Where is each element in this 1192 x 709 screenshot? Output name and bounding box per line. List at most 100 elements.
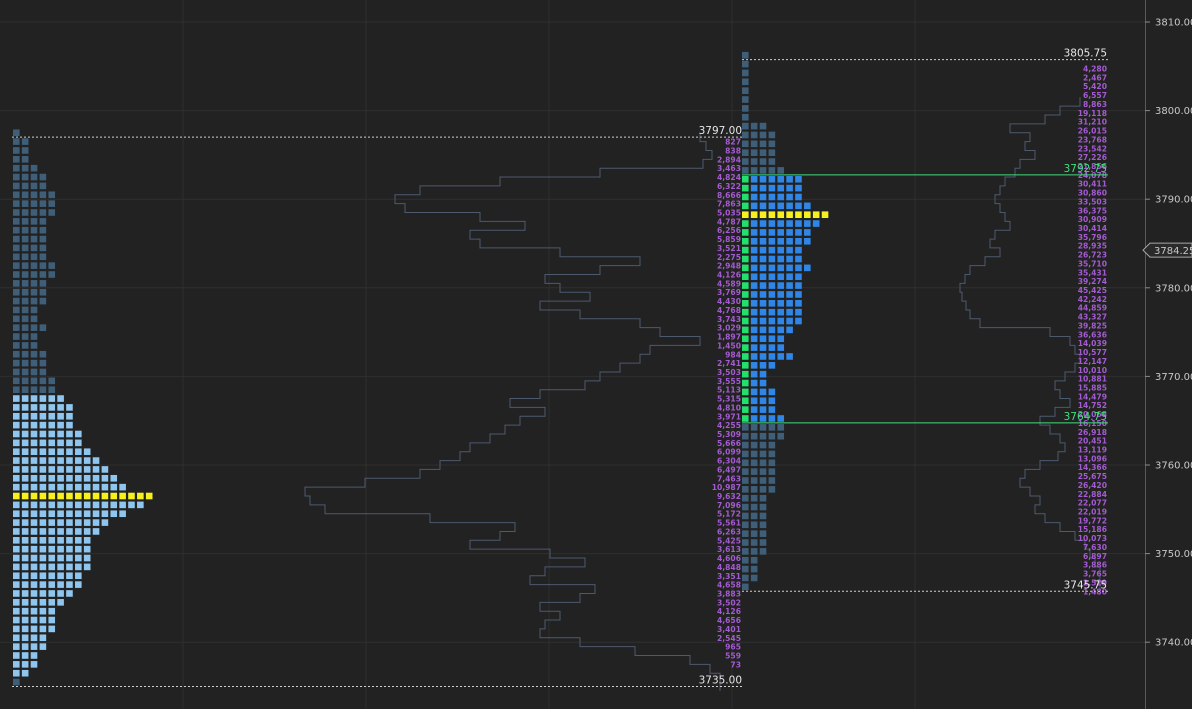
right-volume-label: 36,636 [1078,330,1107,339]
right-profile-cell [777,167,785,174]
left-profile-cell [13,209,20,216]
right-profile-cell [742,539,749,546]
right-profile-cell [759,512,767,520]
right-profile-cell [768,450,776,458]
left-profile-cell [66,501,73,509]
left-profile-cell [21,439,29,447]
right-profile-cell [786,282,793,289]
right-profile-cell [768,229,776,236]
left-profile-cell [48,554,56,562]
middle-volume-label: 8,666 [717,191,741,200]
middle-volume-label: 6,263 [717,527,741,536]
left-profile-cell [30,581,38,588]
right-profile-cell [759,432,767,440]
right-profile-cell [750,450,758,458]
right-volume-label: 7,630 [1083,543,1107,552]
left-profile-cell [30,634,38,642]
right-profile-cell [759,539,767,546]
right-profile-cell [742,149,749,156]
right-profile-cell [759,344,767,351]
left-profile-cell [21,226,29,234]
right-profile-cell [742,69,749,77]
left-profile-cell [13,501,20,509]
right-volume-label: 14,039 [1078,339,1107,348]
middle-volume-label: 827 [725,138,741,147]
left-profile-cell [13,342,20,349]
right-profile-cell [750,512,758,520]
left-profile-cell [39,288,47,296]
right-profile-cell [742,184,749,192]
left-profile-cell [30,342,38,349]
right-profile-cell [742,282,749,289]
left-profile-cell [101,501,109,509]
right-profile-cell [750,140,758,148]
right-profile-cell [759,282,767,289]
left-profile-cell [30,474,38,482]
left-profile-cell [13,616,20,624]
right-volume-label: 35,710 [1078,259,1107,268]
middle-volume-label: 5,561 [717,519,741,528]
left-profile-cell [21,342,29,349]
right-profile-cell [795,282,802,289]
right-profile-cell [742,264,749,272]
left-profile-cell [13,519,20,526]
left-profile-cell [66,404,73,411]
right-profile-cell [768,344,776,351]
left-profile-cell [30,510,38,518]
right-profile-cell [759,300,767,307]
left-profile-cell [21,350,29,358]
left-profile-cell [92,510,100,518]
left-profile-cell [21,173,29,181]
left-profile-cell [21,147,29,154]
left-profile-cell [66,510,73,518]
left-profile-cell [21,324,29,331]
left-profile-cell [48,519,56,526]
right-profile-cell [742,353,749,360]
left-profile-cell [83,448,91,456]
left-profile-cell [39,439,47,447]
right-profile-cell [742,583,749,591]
left-profile-cell [66,590,73,597]
right-profile-cell [759,353,767,360]
left-profile-cell [57,483,64,491]
middle-volume-label: 2,741 [717,359,741,368]
right-profile-cell [759,175,767,183]
left-profile-cell [21,404,29,411]
left-profile-cell [39,253,47,261]
right-profile-cell [768,300,776,307]
left-profile-cell [39,457,47,464]
left-profile-cell [30,537,38,544]
left-profile-cell [21,421,29,429]
left-profile-cell [13,510,20,518]
left-profile-cell [48,200,56,207]
left-profile-cell [21,412,29,420]
left-profile-cell [13,607,20,615]
middle-volume-labels: 8278382,8943,4634,8246,3228,6667,8635,03… [712,138,741,670]
left-profile-cell [145,492,153,500]
right-volume-label: 30,909 [1078,215,1107,224]
right-profile-cell [768,486,776,493]
middle-volume-label: 4,126 [717,607,741,616]
right-profile-cell [742,78,749,86]
right-profile-cell [777,193,785,201]
right-profile-cell [750,158,758,165]
left-profile-cell [13,386,20,393]
right-profile-cell [768,317,776,325]
left-profile-cell [13,492,20,500]
left-profile-cell [21,457,29,464]
right-profile-cell [795,255,802,263]
right-profile-cell [759,379,767,387]
left-profile-cell [128,501,135,509]
right-profile-cell [750,388,758,396]
right-volume-label: 15,885 [1078,383,1107,392]
right-profile-cell [759,459,767,467]
left-profile-cell [57,448,64,456]
right-profile-cell [804,220,811,227]
right-profile-cell [768,468,776,475]
right-profile-cell [750,246,758,254]
right-profile-cell [750,539,758,546]
left-profile-cell [39,262,47,269]
left-profile-cell [13,173,20,181]
right-profile-cell [742,175,749,183]
middle-volume-label: 2,275 [717,253,741,262]
